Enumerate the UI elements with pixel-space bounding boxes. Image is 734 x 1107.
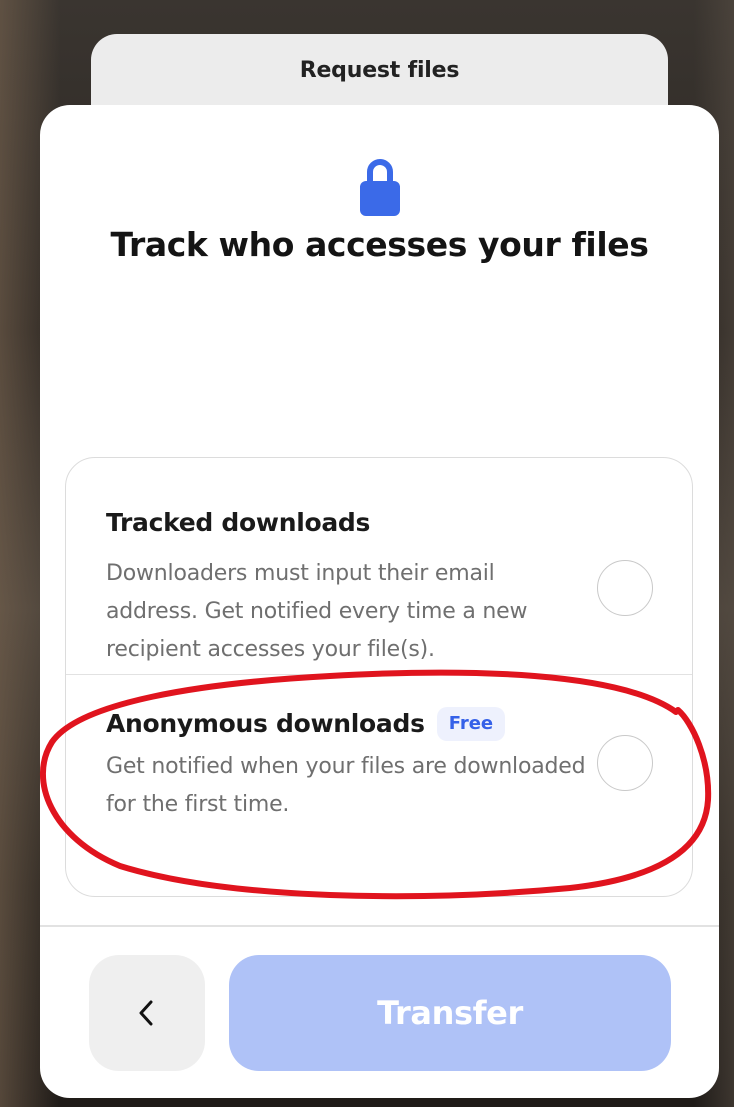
option-description: Get notified when your files are downloa… — [106, 754, 586, 817]
lock-icon — [360, 159, 400, 216]
option-tracked-downloads[interactable]: Tracked downloads Downloaders must input… — [66, 458, 692, 674]
free-badge: Free — [436, 707, 506, 741]
option-title: Tracked downloads — [106, 508, 371, 537]
option-anonymous-downloads[interactable]: Anonymous downloads Free Get notified whe… — [66, 674, 692, 896]
request-files-label: Request files — [299, 58, 460, 83]
option-title-text: Anonymous downloads — [106, 709, 425, 738]
chevron-left-icon — [139, 1000, 153, 1026]
anonymous-downloads-radio[interactable] — [597, 735, 653, 791]
tracked-downloads-radio[interactable] — [597, 560, 653, 616]
option-description: Downloaders must input their email addre… — [106, 561, 528, 662]
back-button[interactable] — [89, 955, 205, 1071]
dialog-title: Track who accesses your files — [110, 225, 649, 264]
option-title: Anonymous downloads Free — [106, 707, 506, 741]
footer-divider — [40, 925, 719, 927]
transfer-button[interactable]: Transfer — [229, 955, 671, 1071]
download-options: Tracked downloads Downloaders must input… — [65, 457, 693, 897]
tracking-dialog: Track who accesses your files Tracked do… — [40, 105, 719, 1098]
